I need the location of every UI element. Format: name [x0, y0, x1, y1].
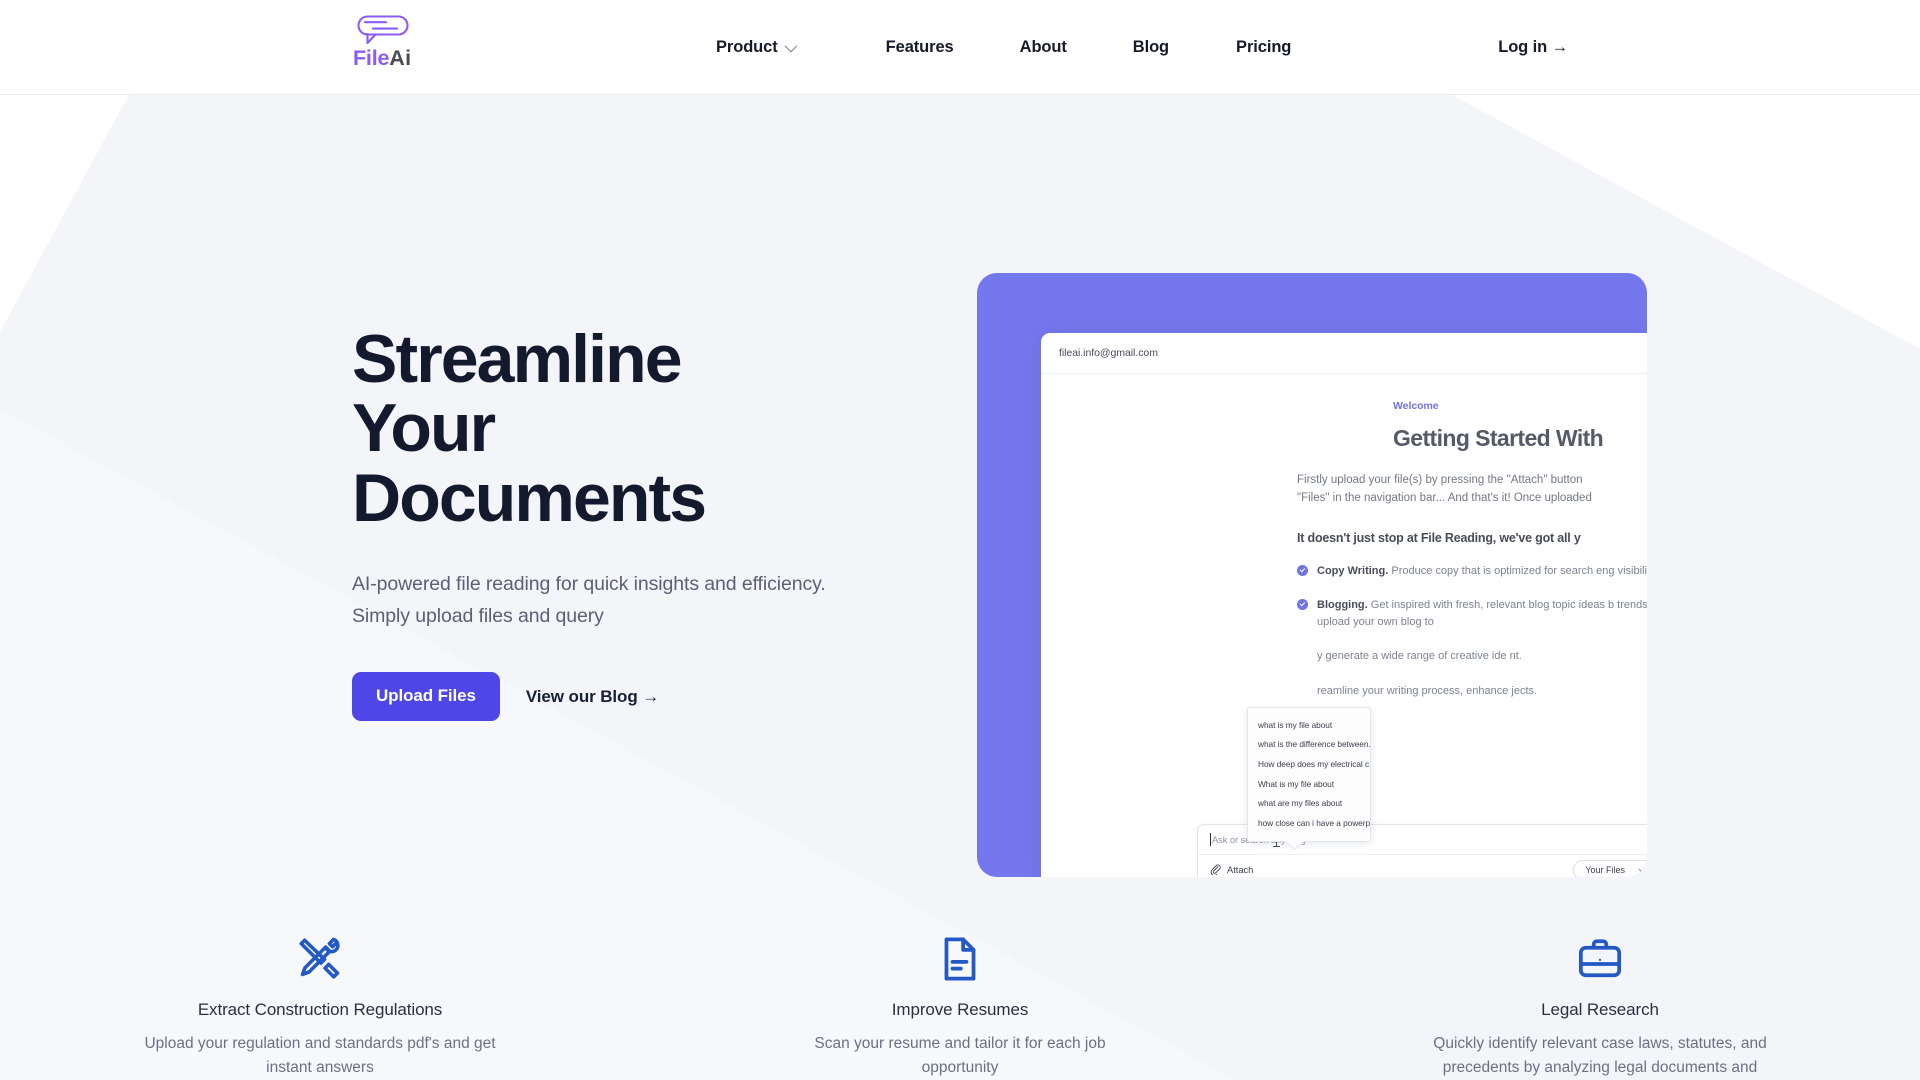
brand-wordmark: FileAi	[352, 46, 412, 70]
suggestion-item[interactable]: What is my file about	[1248, 774, 1370, 794]
text-caret	[1210, 833, 1211, 846]
suggestion-item[interactable]: how close can i have a powerp...	[1248, 813, 1370, 833]
mockup-purple-backdrop: fileai.info@gmail.com Welcome Getting St…	[977, 273, 1647, 877]
list-item: y generate a wide range of creative ide …	[1297, 648, 1647, 665]
hero-copy: Streamline Your Documents AI-powered fil…	[352, 321, 872, 722]
search-suggestions-popover: what is my file about what is the differ…	[1247, 707, 1371, 850]
main-navigation: Product Features About Blog Pricing	[716, 0, 1291, 95]
feature-card-construction: Extract Construction Regulations Upload …	[0, 930, 640, 1080]
feature-title: Extract Construction Regulations	[197, 1000, 443, 1019]
your-files-dropdown[interactable]: Your Files	[1573, 859, 1647, 877]
mockup-topbar: fileai.info@gmail.com	[1041, 333, 1647, 374]
suggestion-item[interactable]: what are my files about	[1248, 793, 1370, 813]
hero-cta-group: Upload Files View our Blog →	[352, 672, 872, 722]
attach-button[interactable]: Attach	[1210, 864, 1253, 875]
your-files-label: Your Files	[1585, 864, 1625, 875]
check-circle-icon	[1297, 599, 1308, 611]
app-mockup: fileai.info@gmail.com Welcome Getting St…	[977, 273, 1647, 877]
mockup-heading: Getting Started With	[1393, 425, 1604, 451]
nav-item-about[interactable]: About	[1020, 38, 1067, 57]
welcome-eyebrow: Welcome	[1393, 400, 1439, 412]
nav-item-features[interactable]: Features	[886, 38, 954, 57]
list-item-body: Produce copy that is optimized for searc…	[1391, 564, 1647, 577]
landing-page: FileAi Product Features About Blog Prici…	[0, 0, 1920, 1080]
nav-item-blog[interactable]: Blog	[1133, 38, 1169, 57]
briefcase-icon	[1578, 939, 1622, 978]
feature-description: Upload your regulation and standards pdf…	[144, 1035, 496, 1077]
check-circle-icon	[1297, 564, 1308, 576]
nav-item-label: Product	[716, 38, 778, 56]
mockup-body: Welcome Getting Started With Firstly upl…	[1041, 374, 1647, 877]
mockup-subheading: It doesn't just stop at File Reading, we…	[1297, 530, 1581, 545]
feature-description: Quickly identify relevant case laws, sta…	[1433, 1035, 1767, 1077]
feature-title: Legal Research	[1541, 1000, 1659, 1019]
upload-files-button[interactable]: Upload Files	[352, 672, 500, 722]
mockup-feature-list: Copy Writing. Produce copy that is optim…	[1297, 563, 1647, 700]
list-item: Copy Writing. Produce copy that is optim…	[1297, 563, 1647, 580]
composer-toolbar: Attach Your Files	[1198, 855, 1647, 877]
list-item-title: Copy Writing.	[1317, 564, 1389, 577]
feature-icon-wrap	[935, 930, 985, 988]
hero-subtitle: AI-powered file reading for quick insigh…	[352, 573, 826, 627]
mockup-document: Welcome Getting Started With Firstly upl…	[1297, 400, 1647, 699]
account-email: fileai.info@gmail.com	[1059, 347, 1158, 359]
feature-icon-wrap	[1575, 930, 1625, 988]
list-item-text: Blogging. Get inspired with fresh, relev…	[1317, 597, 1647, 630]
tools-hammer-wrench-icon	[299, 937, 340, 979]
list-item-text: reamline your writing process, enhance j…	[1317, 684, 1538, 697]
hero-section: Streamline Your Documents AI-powered fil…	[0, 95, 1920, 895]
login-link[interactable]: Log in →	[1498, 0, 1568, 95]
feature-card-legal: Legal Research Quickly identify relevant…	[1280, 930, 1920, 1080]
feature-highlights: Extract Construction Regulations Upload …	[0, 930, 1920, 1080]
feature-card-resumes: Improve Resumes Scan your resume and tai…	[640, 930, 1280, 1080]
brand-name-second: Ai	[389, 46, 412, 70]
chevron-down-icon	[784, 39, 797, 53]
speech-bubble-logo-icon	[357, 15, 409, 45]
list-item: Blogging. Get inspired with fresh, relev…	[1297, 597, 1647, 630]
suggestion-item[interactable]: what is the difference between...	[1248, 735, 1370, 755]
feature-icon-wrap	[295, 930, 345, 988]
view-blog-link[interactable]: View our Blog →	[526, 687, 659, 707]
feature-title: Improve Resumes	[891, 1000, 1029, 1019]
list-item-text: Copy Writing. Produce copy that is optim…	[1317, 563, 1647, 580]
mockup-app-window: fileai.info@gmail.com Welcome Getting St…	[1041, 333, 1647, 877]
feature-description: Scan your resume and tailor it for each …	[814, 1035, 1106, 1077]
suggestion-item[interactable]: How deep does my electrical c...	[1248, 754, 1370, 774]
nav-item-product[interactable]: Product	[716, 38, 797, 57]
document-file-icon	[944, 937, 976, 981]
brand-name-first: File	[353, 46, 390, 70]
paperclip-icon	[1210, 864, 1221, 875]
page-title: Streamline Your Documents	[352, 321, 707, 536]
list-item-body: Get inspired with fresh, relevant blog t…	[1317, 599, 1647, 628]
list-item-title: Blogging.	[1317, 599, 1368, 612]
mockup-paragraph: Firstly upload your file(s) by pressing …	[1297, 474, 1592, 504]
brand-logo[interactable]: FileAi	[352, 14, 414, 70]
suggestion-item[interactable]: what is my file about	[1248, 715, 1370, 735]
attach-label: Attach	[1227, 864, 1254, 875]
list-item-text: y generate a wide range of creative ide …	[1317, 650, 1522, 663]
list-item: reamline your writing process, enhance j…	[1297, 683, 1647, 700]
nav-item-pricing[interactable]: Pricing	[1236, 38, 1291, 57]
chevron-down-icon	[1638, 864, 1647, 874]
site-header: FileAi Product Features About Blog Prici…	[0, 0, 1920, 95]
